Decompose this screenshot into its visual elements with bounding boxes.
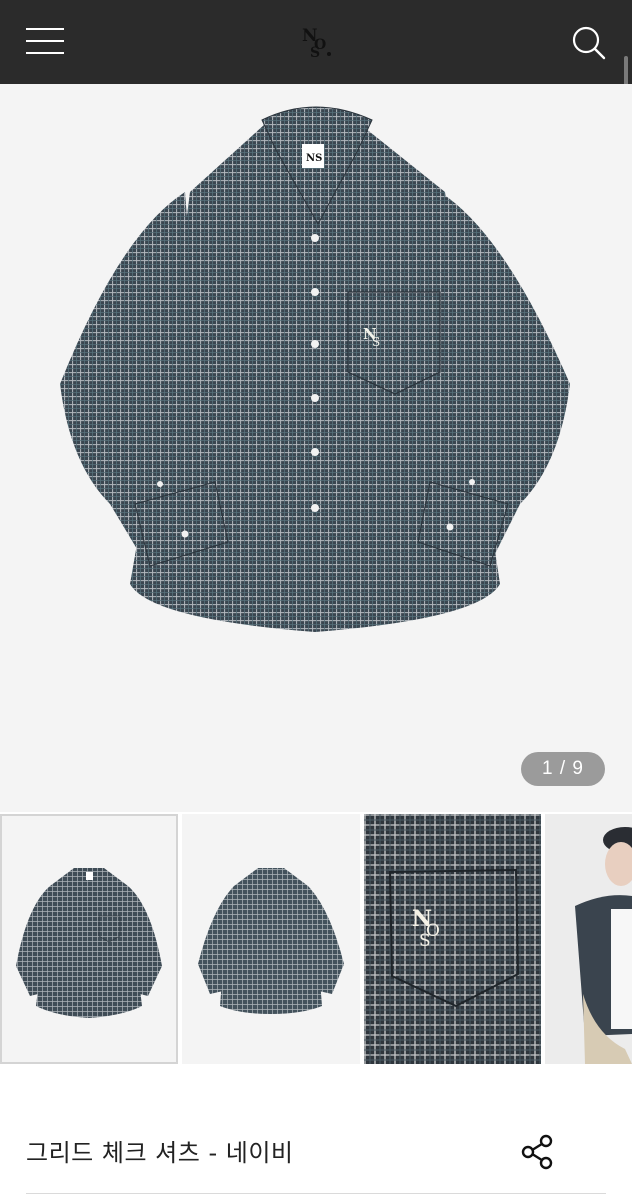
thumbnail-pocket-detail[interactable]: N O S [364, 814, 541, 1064]
thumbnail-strip: N O S [0, 814, 632, 1064]
svg-text:S: S [310, 45, 320, 60]
share-icon[interactable] [518, 1134, 556, 1170]
search-icon[interactable] [566, 22, 610, 62]
thumbnail-front[interactable] [0, 814, 178, 1064]
product-title: 그리드 체크 셔츠 - 네이비 [26, 1139, 294, 1167]
top-header: N O S [0, 0, 632, 84]
brand-logo[interactable]: N O S [296, 24, 340, 60]
hamburger-menu-icon[interactable] [24, 25, 66, 57]
main-product-image[interactable]: N S NS [0, 84, 632, 812]
image-counter: 1 / 9 [521, 752, 605, 786]
svg-text:NS: NS [306, 153, 322, 164]
thumbnail-back[interactable] [182, 814, 360, 1064]
thumbnail-model[interactable] [545, 814, 632, 1064]
divider [26, 1193, 606, 1194]
svg-text:S: S [372, 335, 380, 349]
svg-text:S: S [419, 931, 431, 951]
